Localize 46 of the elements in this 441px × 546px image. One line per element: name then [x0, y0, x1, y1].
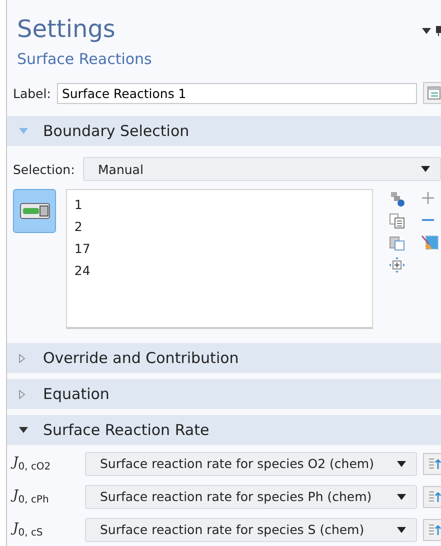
dropdown[interactable]: Surface reaction rate for species Ph (chem) [85, 484, 417, 508]
pin-icon[interactable] [436, 26, 441, 36]
collapse-triangle-icon [19, 128, 28, 134]
list-item[interactable]: 2 [74, 216, 372, 238]
caret-icon [397, 494, 406, 500]
caret-icon [397, 460, 406, 466]
dropdown[interactable]: Surface reaction rate for species S (chem) [85, 518, 417, 542]
go-to-source-icon [427, 456, 441, 470]
variable-symbol: J$_{0, cPh}$ [13, 488, 79, 506]
variable-symbol: J$_{0, cO2}$ [13, 454, 79, 472]
go-to-source-icon [427, 522, 441, 536]
label-input-field[interactable]: Surface Reactions 1 [56, 82, 417, 104]
section-header[interactable]: Equation [7, 379, 441, 409]
selection-list[interactable]: 1 2 17 24 [66, 189, 373, 329]
expand-triangle-icon [19, 354, 25, 362]
caret-icon [397, 526, 406, 532]
list-item[interactable]: 1 [74, 194, 372, 216]
go-to-source-button[interactable] [423, 452, 441, 474]
expand-triangle-icon [19, 390, 25, 398]
collapse-triangle-icon [19, 427, 28, 433]
comment-button[interactable] [423, 82, 441, 104]
plus-icon[interactable] [421, 191, 435, 205]
comment-icon [427, 86, 441, 100]
go-to-source-button[interactable] [423, 518, 441, 540]
field-label: Selection: [13, 162, 76, 176]
broom-icon[interactable] [421, 235, 439, 251]
list-item[interactable]: 17 [74, 238, 372, 260]
paste-icon[interactable] [389, 235, 405, 251]
section-header[interactable]: Boundary Selection [7, 116, 441, 146]
section-header[interactable]: Override and Contribution [7, 343, 441, 373]
field-label: Label: [13, 86, 51, 100]
active-toggle-button[interactable] [13, 189, 56, 233]
panel-title: Settings [17, 14, 116, 44]
go-to-source-icon [427, 490, 441, 504]
caret-icon[interactable] [422, 28, 431, 34]
section-header[interactable]: Surface Reaction Rate [7, 415, 441, 445]
caret-icon [421, 166, 430, 172]
variable-symbol: J$_{0, cS}$ [13, 520, 79, 538]
dropdown[interactable]: Manual [83, 157, 441, 181]
list-item[interactable]: 24 [74, 260, 372, 282]
copy-list-icon[interactable] [389, 213, 405, 229]
panel-subtitle: Surface Reactions [17, 49, 152, 70]
go-to-source-button[interactable] [423, 486, 441, 508]
toggle-switch-icon [20, 203, 50, 219]
dropdown[interactable]: Surface reaction rate for species O2 (chem) [85, 452, 417, 476]
zoom-to-selection-icon[interactable] [389, 257, 405, 273]
